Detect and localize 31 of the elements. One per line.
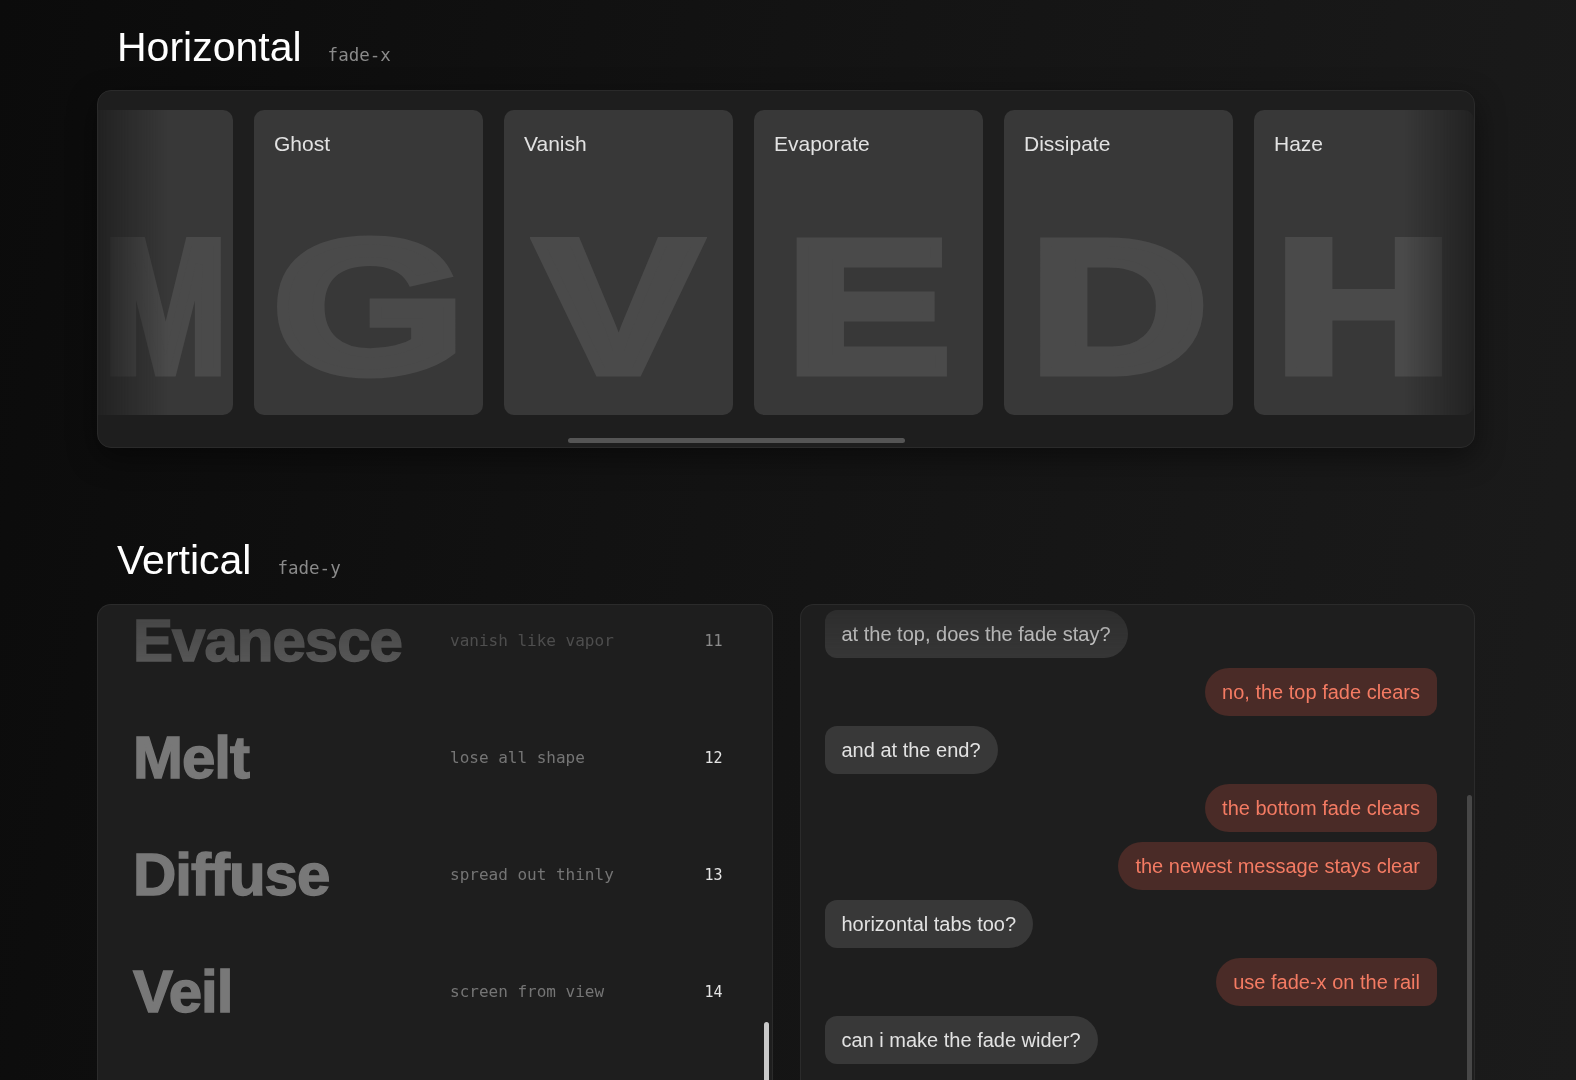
row-number: 11 [704, 631, 723, 650]
word-description: lose all shape [450, 748, 585, 767]
card-title: Evaporate [773, 131, 871, 156]
word-title: Veil [133, 956, 233, 1027]
section-tag: fade-y [277, 558, 341, 578]
received-message: and at the end? [824, 726, 998, 774]
section-tag: fade-x [327, 45, 391, 65]
section-title: Vertical [117, 536, 252, 584]
scrollbar-thumb[interactable] [763, 1022, 769, 1080]
sent-message: no, the top fade clears [1205, 668, 1437, 716]
word-title: Melt [133, 722, 249, 793]
word-title: Diffuse [133, 839, 330, 910]
sent-message: the bottom fade clears [1205, 784, 1437, 832]
card-title: Dissipate [1023, 131, 1112, 156]
word-title: Evanesce [133, 605, 402, 676]
scrollbar-thumb[interactable] [568, 438, 905, 443]
received-message: horizontal tabs too? [824, 900, 1034, 948]
sent-message: use fade-x on the rail [1216, 958, 1437, 1006]
word-description: screen from view [450, 982, 605, 1001]
word-description: spread out thinly [450, 865, 614, 884]
row-number: 13 [704, 865, 723, 884]
card-title: Vanish [523, 131, 588, 156]
row-number: 12 [704, 748, 723, 767]
section-title: Horizontal [117, 23, 302, 71]
received-message: can i make the fade wider? [824, 1016, 1098, 1064]
row-number: 14 [704, 982, 723, 1001]
card-title: Haze [1273, 131, 1325, 156]
received-message: at the top, does the fade stay? [824, 610, 1128, 658]
sent-message: the newest message stays clear [1118, 842, 1437, 890]
card-title: Ghost [273, 131, 332, 156]
scrollbar-thumb[interactable] [1467, 795, 1472, 1080]
